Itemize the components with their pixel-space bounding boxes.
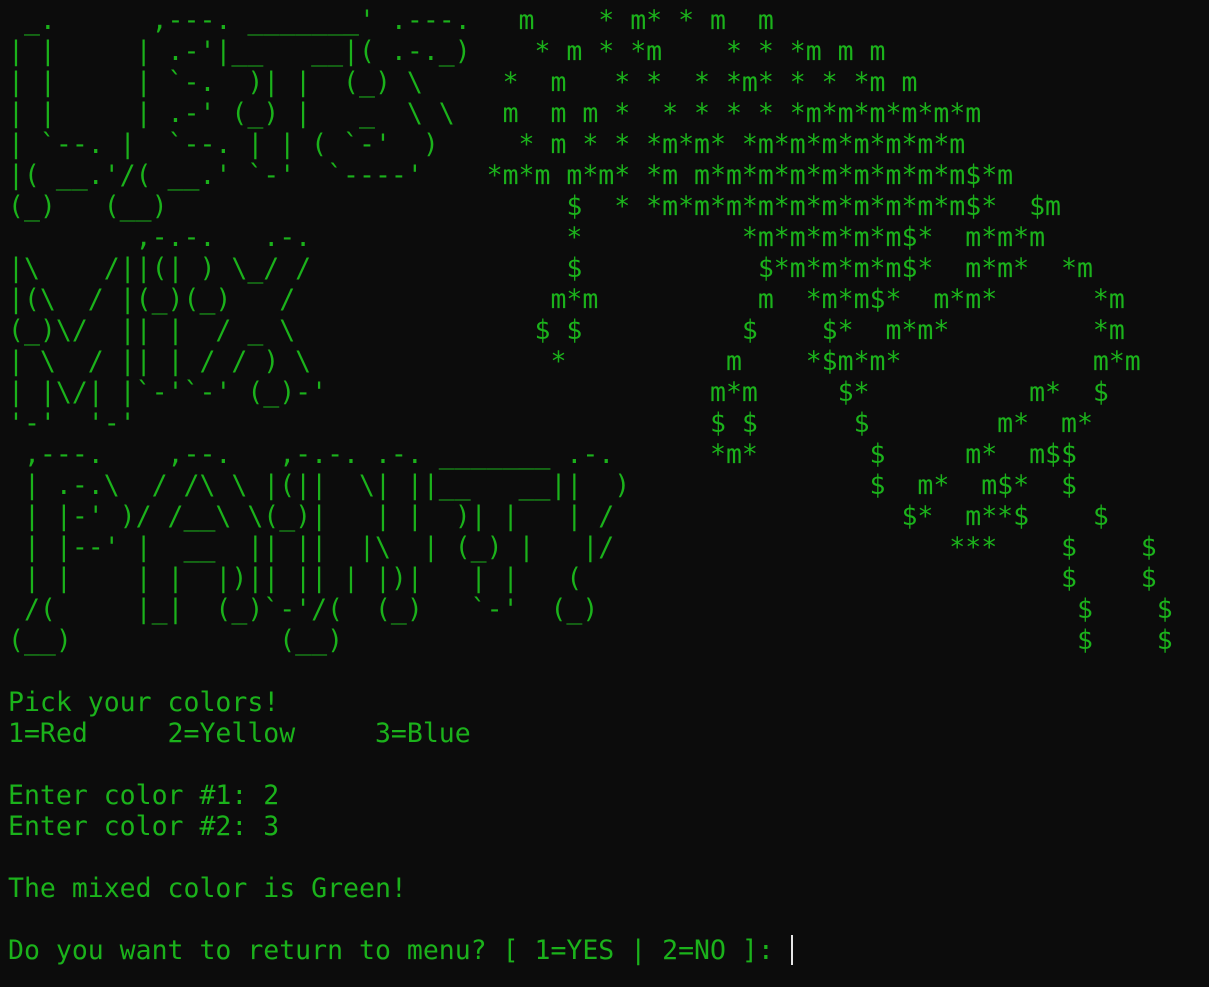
ascii-art-line: | |--' | __ || || |\ | (_) | |/ *** $ $: [8, 532, 1157, 563]
ascii-art-line: | |-' )/ /__\ \(_)| | | )| | | / $* m**$…: [8, 501, 1109, 532]
ascii-art-line: |\ /||(| ) \_/ / $ $*m*m*m*m$* m*m* *m: [8, 253, 1093, 284]
text-cursor[interactable]: [791, 935, 793, 965]
ascii-art-line: | \ / || | / / ) \ * m *$m*m* m*m: [8, 346, 1141, 377]
ascii-art-line: _. ,---. _______' .---. m * m* * m m: [8, 5, 774, 36]
ascii-art-line: | | | | |)|| || | |)| | | ( $ $: [8, 563, 1157, 594]
ascii-art-line: | | | `-. )| | (_) \ * m * * * *m* * * *…: [8, 67, 918, 98]
ascii-art-line: | | | .-'|__ __|( .-._) * m * *m * * *m …: [8, 36, 886, 67]
ascii-art-line: | |\/| |`-'`-' (_)-' m*m $* m* $: [8, 377, 1109, 408]
ascii-art-line: '-' '-' $ $ $ m* m*: [8, 408, 1093, 439]
ascii-art-line: ,-.-. .-. * *m*m*m*m*m$* m*m*m: [8, 222, 1046, 253]
color-options: 1=Red 2=Yellow 3=Blue: [8, 718, 471, 749]
menu-prompt[interactable]: Do you want to return to menu? [ 1=YES |…: [8, 935, 790, 966]
ascii-art-line: |( __.'/( __.' `-' `----' *m*m m*m* *m m…: [8, 160, 1014, 191]
ascii-art-line: | .-.\ / /\ \ |(|| \| ||__ __|| ) $ m* m…: [8, 470, 1077, 501]
ascii-art-line: /( |_| (_)`-'/( (_) `-' (_) $ $: [8, 594, 1173, 625]
ascii-art-line: |(\ / |(_)(_) / m*m m *m*m$* m*m* *m: [8, 284, 1125, 315]
terminal-window[interactable]: _. ,---. _______' .---. m * m* * m m | |…: [0, 0, 1209, 987]
ascii-art-line: (__) (__) $ $: [8, 625, 1173, 656]
ascii-art-line: | | | .-' (_) | _ \ \ m m m * * * * * *m…: [8, 98, 982, 129]
color-input-2: Enter color #2: 3: [8, 811, 280, 842]
ascii-art-line: ,---. ,--. ,-.-. .-. _______ .-. *m* $ m…: [8, 439, 1077, 470]
ascii-art-line: (_)\/ || | / _ \ $ $ $ $* m*m* *m: [8, 315, 1125, 346]
prompt-title: Pick your colors!: [8, 687, 280, 718]
ascii-art-line: | `--. | `--. | | ( `-' ) * m * * *m*m* …: [8, 129, 966, 160]
color-input-1: Enter color #1: 2: [8, 780, 280, 811]
result-message: The mixed color is Green!: [8, 873, 407, 904]
ascii-art-line: (_) (__) $ * *m*m*m*m*m*m*m*m*m*m$* $m: [8, 191, 1061, 222]
